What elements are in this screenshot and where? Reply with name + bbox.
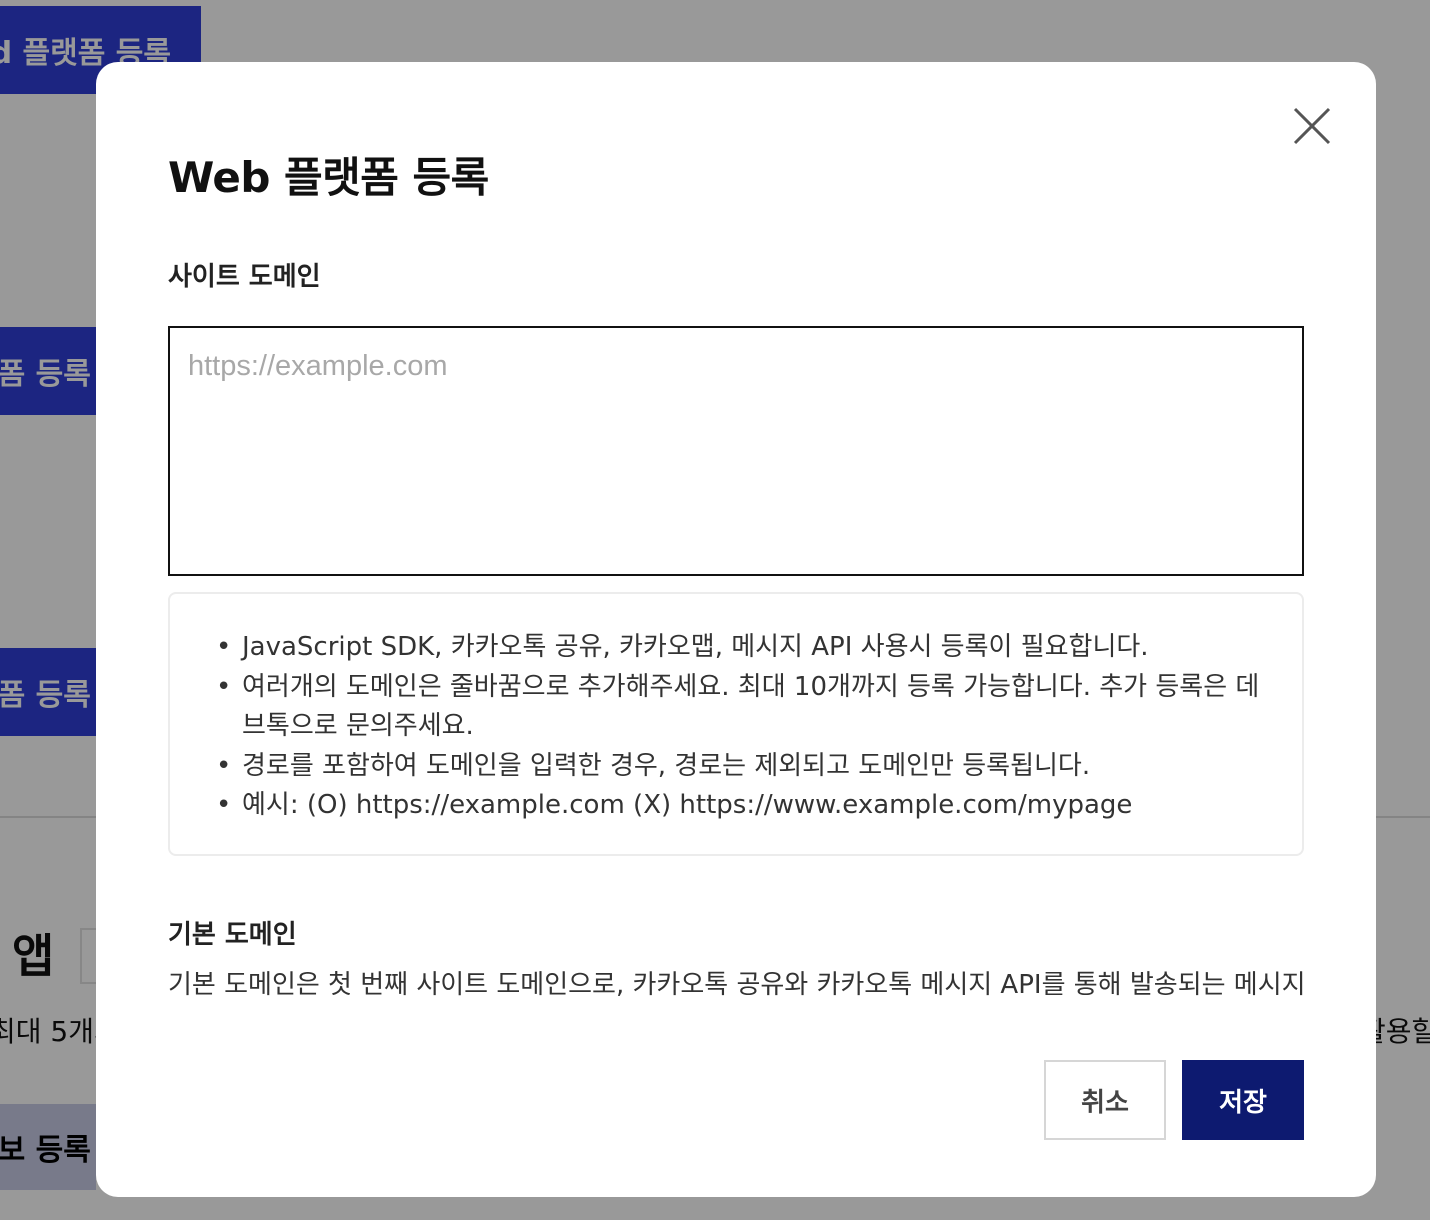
notice-box: JavaScript SDK, 카카오톡 공유, 카카오맵, 메시지 API 사… [168,592,1304,856]
notice-list: JavaScript SDK, 카카오톡 공유, 카카오맵, 메시지 API 사… [216,628,1262,826]
notice-item: JavaScript SDK, 카카오톡 공유, 카카오맵, 메시지 API 사… [216,628,1262,668]
notice-item: 예시: (O) https://example.com (X) https://… [216,786,1262,826]
close-icon[interactable] [1292,106,1332,146]
site-domain-input[interactable] [168,326,1304,576]
save-button[interactable]: 저장 [1182,1060,1304,1140]
default-domain-label: 기본 도메인 [168,920,297,950]
default-domain-description: 기본 도메인은 첫 번째 사이트 도메인으로, 카카오톡 공유와 카카오톡 메시… [168,970,1306,1000]
notice-item: 경로를 포함하여 도메인을 입력한 경우, 경로는 제외되고 도메인만 등록됩니… [216,747,1262,787]
modal-title: Web 플랫폼 등록 [168,153,489,202]
site-domain-label: 사이트 도메인 [168,262,321,292]
cancel-button[interactable]: 취소 [1044,1060,1166,1140]
web-platform-modal: Web 플랫폼 등록 사이트 도메인 JavaScript SDK, 카카오톡 … [96,62,1376,1197]
notice-item: 여러개의 도메인은 줄바꿈으로 추가해주세요. 최대 10개까지 등록 가능합니… [216,668,1262,747]
